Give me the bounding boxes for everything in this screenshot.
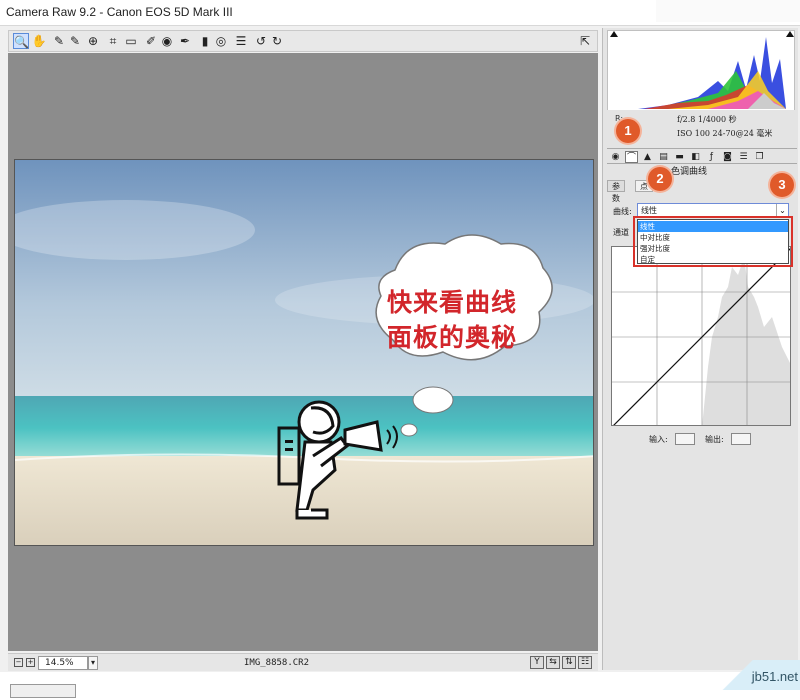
watermark: jb51.net [700,660,800,690]
lens-tab-icon[interactable]: ◧ [689,151,702,163]
title-bar-blank [656,0,800,22]
zoom-dropdown-arrow[interactable]: ▾ [88,656,98,670]
presets-tab-icon[interactable]: ☰ [737,151,750,163]
crop-tool-icon[interactable]: ⌗ [105,33,121,49]
watermark-text: jb51.net [751,669,798,684]
basic-tab-icon[interactable]: ◉ [609,151,622,163]
white-balance-tool-icon[interactable]: ✎ [51,33,67,49]
graduated-filter-tool-icon[interactable]: ▮ [197,33,213,49]
input-label: 输入: [649,435,668,444]
curve-graph[interactable] [611,246,791,426]
aperture-shutter: f/2.8 1/4000 秒 [677,115,737,124]
view-cycle-icon[interactable]: ⇆ [546,656,560,669]
red-eye-tool-icon[interactable]: ◉ [159,33,175,49]
input-field[interactable] [675,433,695,445]
curve-select-value: 线性 [641,206,657,215]
zoom-out-button[interactable]: − [14,658,23,667]
status-bar: − + 14.5% ▾ IMG_8858.CR2 Y ⇆ ⇅ ☷ [8,653,598,671]
zoom-in-button[interactable]: + [26,658,35,667]
iso-lens: ISO 100 24-70@24 毫米 [677,129,773,138]
view-swap-icon[interactable]: ⇅ [562,656,576,669]
toolbar: 🔍 ✋ ✎ ✎ ⊕ ⌗ ▭ ✐ ◉ ✒ ▮ ◎ ☰ ↺ ↻ ⇱ [8,30,598,52]
preview-canvas[interactable]: 快来看曲线 面板的奥秘 [8,53,598,651]
title-bar: Camera Raw 9.2 - Canon EOS 5D Mark III [0,0,800,26]
fx-tab-icon[interactable]: ƒ [705,151,718,163]
snapshots-tab-icon[interactable]: ❐ [753,151,766,163]
highlight-clipping-icon[interactable] [786,31,794,37]
photo-preview: 快来看曲线 面板的奥秘 [14,159,594,546]
camera-calibration-tab-icon[interactable]: ◙ [721,151,734,163]
output-field[interactable] [731,433,751,445]
split-toning-tab-icon[interactable]: ▬ [673,151,686,163]
zoom-level-field[interactable]: 14.5% [38,656,88,670]
tone-curve-tab-icon[interactable]: ⌒ [625,151,638,163]
step-badge-3: 3 [770,173,794,197]
zoom-tool-icon[interactable]: 🔍 [13,33,29,49]
view-toggle-y-icon[interactable]: Y [530,656,544,669]
preferences-tool-icon[interactable]: ☰ [233,33,249,49]
curve-label: 曲线: [613,207,632,216]
detail-tab-icon[interactable]: ▲ [641,151,654,163]
rotate-cw-tool-icon[interactable]: ↻ [269,33,285,49]
targeted-adjustment-tool-icon[interactable]: ⊕ [85,33,101,49]
callout-line-2: 面板的奥秘 [387,323,518,352]
view-settings-icon[interactable]: ☷ [578,656,592,669]
radial-filter-tool-icon[interactable]: ◎ [213,33,229,49]
histogram [607,30,795,112]
hand-tool-icon[interactable]: ✋ [31,33,47,49]
highlight-box [633,216,793,267]
bottom-strip [0,672,800,700]
window-title: Camera Raw 9.2 - Canon EOS 5D Mark III [6,5,233,19]
spot-removal-tool-icon[interactable]: ✐ [143,33,159,49]
callout-line-1: 快来看曲线 [387,288,518,317]
adjustment-brush-tool-icon[interactable]: ✒ [177,33,193,49]
fullscreen-icon[interactable]: ⇱ [577,33,593,49]
output-label: 输出: [705,435,724,444]
color-sampler-tool-icon[interactable]: ✎ [67,33,83,49]
panel-tabs: ◉ ⌒ ▲ ▤ ▬ ◧ ƒ ◙ ☰ ❐ [607,148,797,164]
hsl-tab-icon[interactable]: ▤ [657,151,670,163]
rotate-ccw-tool-icon[interactable]: ↺ [253,33,269,49]
shadow-clipping-icon[interactable] [610,31,618,37]
tab-parametric[interactable]: 参数 [607,180,625,203]
step-badge-2: 2 [648,167,672,191]
tone-curve-title: 色调曲线 [671,167,708,177]
channel-label: 通道 [613,228,629,237]
save-image-button[interactable] [10,684,76,698]
filename-label: IMG_8858.CR2 [244,658,310,668]
step-badge-1: 1 [616,119,640,143]
straighten-tool-icon[interactable]: ▭ [123,33,139,49]
